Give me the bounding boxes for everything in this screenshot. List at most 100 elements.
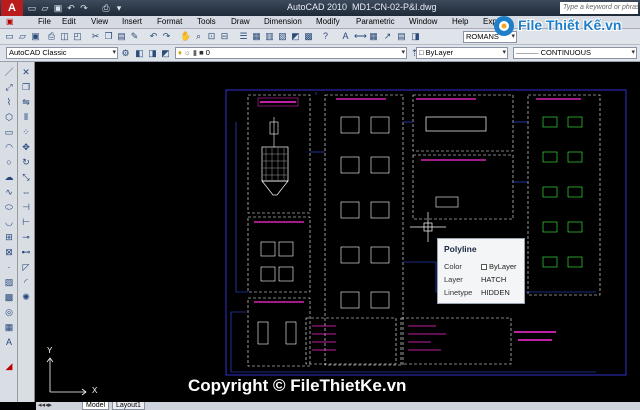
ellipse-icon[interactable]: ⬭ (3, 201, 15, 213)
undo-icon[interactable]: ↶ (148, 31, 159, 42)
chamfer-icon[interactable]: ◸ (20, 261, 32, 273)
zoom-icon[interactable]: ⌕ (193, 31, 204, 42)
menu-edit[interactable]: Edit (62, 17, 76, 26)
menu-modify[interactable]: Modify (316, 17, 340, 26)
extend-icon[interactable]: ⊢ (20, 216, 32, 228)
pan-hand-icon[interactable]: ✋ (180, 31, 191, 42)
design-center-icon[interactable]: ▦ (251, 31, 262, 42)
application-menu-button[interactable]: A (1, 0, 23, 16)
undo-icon[interactable]: ↶ (65, 2, 77, 14)
array-icon[interactable]: ⁘ (20, 126, 32, 138)
calculator-icon[interactable]: ▩ (303, 31, 314, 42)
layer-match-icon[interactable]: ◩ (160, 48, 171, 59)
open-folder-icon[interactable]: ▱ (17, 31, 28, 42)
text-style-icon[interactable]: A (340, 31, 351, 42)
region-icon[interactable]: ◎ (3, 306, 15, 318)
zoom-window-icon[interactable]: ⊡ (206, 31, 217, 42)
workspace-dropdown[interactable]: AutoCAD Classic ▾ (6, 47, 118, 59)
help-icon[interactable]: ? (320, 31, 331, 42)
menu-help[interactable]: Help (452, 17, 468, 26)
new-file-icon[interactable]: ▭ (26, 2, 38, 14)
new-file-icon[interactable]: ▭ (4, 31, 15, 42)
layer-state-icon[interactable]: ◨ (410, 31, 421, 42)
cut-icon[interactable]: ✂ (90, 31, 101, 42)
tab-model[interactable]: Model (82, 402, 110, 410)
menu-dimension[interactable]: Dimension (264, 17, 302, 26)
dim-style-icon[interactable]: ⟷ (354, 31, 367, 42)
trim-icon[interactable]: ⊣ (20, 201, 32, 213)
make-block-icon[interactable]: ⊠ (3, 246, 15, 258)
print-icon[interactable]: ⎙ (100, 2, 112, 14)
join-icon[interactable]: ⊷ (20, 246, 32, 258)
spline-icon[interactable]: ∿ (3, 186, 15, 198)
preview-icon[interactable]: ◫ (59, 31, 70, 42)
match-properties-icon[interactable]: ✎ (129, 31, 140, 42)
publish-icon[interactable]: ◰ (72, 31, 83, 42)
copy-icon[interactable]: ❐ (20, 81, 32, 93)
menu-tools[interactable]: Tools (197, 17, 216, 26)
menu-format[interactable]: Format (157, 17, 182, 26)
properties-icon[interactable]: ☰ (238, 31, 249, 42)
markup-icon[interactable]: ◩ (290, 31, 301, 42)
table-style-icon[interactable]: ▦ (368, 31, 379, 42)
menu-draw[interactable]: Draw (231, 17, 250, 26)
redo-icon[interactable]: ↷ (78, 2, 90, 14)
menu-insert[interactable]: Insert (122, 17, 142, 26)
redo-icon[interactable]: ↷ (161, 31, 172, 42)
point-icon[interactable]: · (3, 261, 15, 273)
line-icon[interactable]: ／ (3, 66, 15, 78)
layer-dropdown[interactable]: ♦ ☼ ▮ ■ 0 ▾ (175, 47, 407, 59)
scale-icon[interactable]: ⤡ (20, 171, 32, 183)
zoom-previous-icon[interactable]: ⊟ (219, 31, 230, 42)
drawing-canvas[interactable]: X Y (36, 62, 640, 402)
layer-icon[interactable]: ◧ (134, 48, 145, 59)
revision-cloud-icon[interactable]: ☁ (3, 171, 15, 183)
arc-icon[interactable]: ◠ (3, 141, 15, 153)
mtext-icon[interactable]: A (3, 336, 15, 348)
gradient-icon[interactable]: ▩ (3, 291, 15, 303)
menu-parametric[interactable]: Parametric (356, 17, 395, 26)
linetype-dropdown[interactable]: ——— CONTINUOUS ▾ (513, 47, 637, 59)
save-icon[interactable]: ▣ (30, 31, 41, 42)
rotate-icon[interactable]: ↻ (20, 156, 32, 168)
print-icon[interactable]: ⎙ (46, 31, 57, 42)
break-icon[interactable]: ⊸ (20, 231, 32, 243)
mirror-icon[interactable]: ⇋ (20, 96, 32, 108)
hatch-icon[interactable]: ▨ (3, 276, 15, 288)
stretch-icon[interactable]: ⇔ (20, 186, 32, 198)
tab-navigation-arrows-icon[interactable]: ◂◂◂▸ (38, 402, 52, 410)
tool-palettes-icon[interactable]: ▥ (264, 31, 275, 42)
color-dropdown[interactable]: □ ByLayer ▾ (416, 47, 508, 59)
polygon-icon[interactable]: ⬡ (3, 111, 15, 123)
filethietke-logo: File Thiết Kế.vn (492, 14, 640, 38)
menu-app-icon[interactable]: ▣ (6, 17, 14, 26)
multileader-style-icon[interactable]: ↗ (382, 31, 393, 42)
chevron-down-icon[interactable]: ▾ (113, 2, 125, 14)
menu-file[interactable]: File (38, 17, 51, 26)
open-folder-icon[interactable]: ▱ (39, 2, 51, 14)
copy-icon[interactable]: ❐ (103, 31, 114, 42)
menu-view[interactable]: View (91, 17, 108, 26)
help-search-input[interactable]: Type a keyword or phrase (560, 2, 638, 14)
fillet-icon[interactable]: ◜ (20, 276, 32, 288)
workspace-settings-icon[interactable]: ⚙ (120, 48, 131, 59)
move-icon[interactable]: ✥ (20, 141, 32, 153)
explode-icon[interactable]: ✺ (20, 291, 32, 303)
save-icon[interactable]: ▣ (52, 2, 64, 14)
offset-icon[interactable]: ⫴ (20, 111, 32, 123)
plot-style-icon[interactable]: ▤ (396, 31, 407, 42)
polyline-icon[interactable]: ⌇ (3, 96, 15, 108)
erase-icon[interactable]: ✕ (20, 66, 32, 78)
insert-block-icon[interactable]: ⊞ (3, 231, 15, 243)
layer-previous-icon[interactable]: ◨ (147, 48, 158, 59)
table-icon[interactable]: ▦ (3, 321, 15, 333)
construction-line-icon[interactable]: ⤢ (3, 81, 15, 93)
sheet-set-icon[interactable]: ▧ (277, 31, 288, 42)
paste-icon[interactable]: ▤ (116, 31, 127, 42)
ellipse-arc-icon[interactable]: ◡ (3, 216, 15, 228)
circle-icon[interactable]: ○ (3, 156, 15, 168)
tab-layout1[interactable]: Layout1 (112, 402, 145, 410)
rectangle-icon[interactable]: ▭ (3, 126, 15, 138)
menu-window[interactable]: Window (409, 17, 437, 26)
autocad-logo-icon: ◢ (5, 361, 13, 371)
